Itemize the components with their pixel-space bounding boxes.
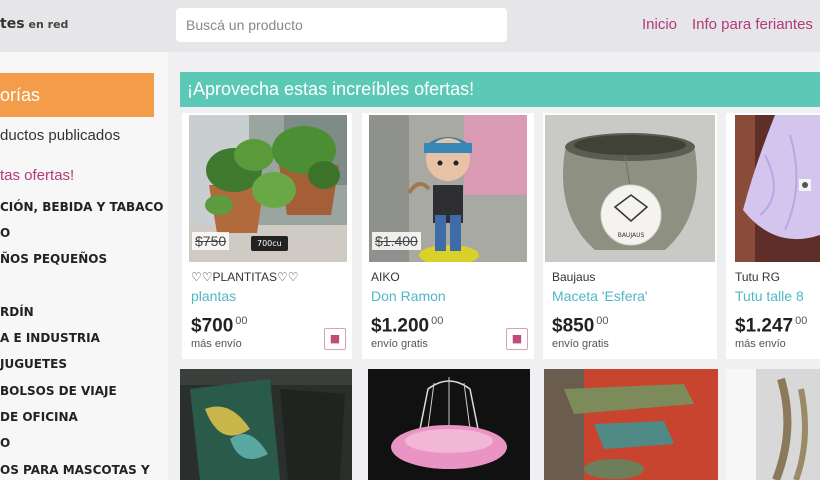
shipping-info: más envío [191, 338, 242, 350]
price-amount: $700 [191, 315, 234, 337]
product-card[interactable] [726, 369, 820, 480]
product-price: $1.200 00 [371, 315, 443, 337]
product-image[interactable]: BAUJAUS [545, 115, 715, 262]
shipping-info: más envío [735, 338, 786, 350]
categories-heading: orías [0, 73, 154, 117]
price-cents: 00 [596, 315, 609, 327]
price-cents: 00 [431, 315, 444, 327]
seller-name[interactable]: ♡♡PLANTITAS♡♡ [191, 270, 299, 284]
price-cents: 00 [235, 315, 248, 327]
sidebar-item-category[interactable]: CIÓN, BEBIDA Y TABACO [0, 200, 163, 214]
sidebar-item-offers[interactable]: tas ofertas! [0, 167, 74, 184]
product-card[interactable] [544, 369, 718, 480]
product-image[interactable] [544, 369, 718, 480]
nav-link-info-feriantes[interactable]: Info para feriantes [692, 16, 813, 33]
seller-name[interactable]: Tutu RG [735, 270, 780, 284]
product-image[interactable] [735, 115, 820, 262]
seller-name[interactable]: Baujaus [552, 270, 595, 284]
pot-brand-label: BAUJAUS [618, 232, 645, 239]
bookmark-icon[interactable]: ■ [506, 328, 528, 350]
product-name[interactable]: Tutu talle 8 [735, 288, 804, 304]
price-cents: 00 [795, 315, 808, 327]
sidebar-item-category[interactable]: ÑOS PEQUEÑOS [0, 252, 107, 266]
sidebar-item-category[interactable]: A E INDUSTRIA [0, 331, 100, 345]
product-price: $850 00 [552, 315, 609, 337]
seller-name[interactable]: AIKO [371, 270, 400, 284]
product-card[interactable]: $750 700cu ♡♡PLANTITAS♡♡ plantas $700 00 … [182, 113, 352, 359]
shipping-info: envío gratis [552, 338, 609, 350]
sidebar-item-category[interactable]: OS PARA MASCOTAS Y [0, 463, 150, 477]
price-amount: $1.247 [735, 315, 794, 337]
old-price: $750 [192, 232, 230, 250]
product-card[interactable] [368, 369, 530, 480]
product-name[interactable]: Don Ramon [371, 288, 446, 304]
site-logo[interactable]: tes en red [0, 16, 68, 32]
product-card[interactable]: Tutu RG Tutu talle 8 $1.247 00 más envío [726, 113, 820, 359]
product-price: $700 00 [191, 315, 248, 337]
category-sidebar: orías ductos publicados tas ofertas! CIÓ… [0, 52, 168, 480]
sidebar-item-category[interactable]: O [0, 226, 10, 240]
sidebar-item-category[interactable]: JUGUETES [0, 357, 67, 371]
sidebar-item-category[interactable]: O [0, 436, 10, 450]
product-name[interactable]: plantas [191, 288, 236, 304]
sidebar-item-category[interactable]: RDÍN [0, 305, 34, 319]
product-price: $1.247 00 [735, 315, 807, 337]
offers-banner: ¡Aprovecha estas increíbles ofertas! [180, 72, 820, 107]
logo-main-text: tes [0, 16, 25, 32]
price-amount: $850 [552, 315, 595, 337]
logo-sub-text: en red [28, 18, 69, 31]
top-header: tesen red Inicio Info para feriantes [0, 0, 820, 52]
old-price: $1.400 [372, 232, 421, 250]
sidebar-item-category[interactable]: BOLSOS DE VIAJE [0, 384, 117, 398]
product-image[interactable]: $750 700cu [189, 115, 347, 262]
product-image[interactable] [726, 369, 820, 480]
search-input[interactable] [176, 8, 507, 42]
product-card[interactable]: BAUJAUS Baujaus Maceta 'Esfera' $850 00 e… [543, 113, 717, 359]
product-name[interactable]: Maceta 'Esfera' [552, 288, 648, 304]
product-image[interactable] [180, 369, 352, 480]
price-tag-label: 700cu [251, 236, 288, 251]
sidebar-item-category[interactable]: DE OFICINA [0, 410, 78, 424]
price-amount: $1.200 [371, 315, 430, 337]
product-card[interactable]: $1.400 AIKO Don Ramon $1.200 00 envío gra… [362, 113, 534, 359]
product-image[interactable]: $1.400 [369, 115, 527, 262]
shipping-info: envío gratis [371, 338, 428, 350]
nav-link-home[interactable]: Inicio [642, 16, 677, 33]
product-image[interactable] [368, 369, 530, 480]
product-card[interactable] [180, 369, 352, 480]
sidebar-item-all-products[interactable]: ductos publicados [0, 127, 120, 144]
bookmark-icon[interactable]: ■ [324, 328, 346, 350]
